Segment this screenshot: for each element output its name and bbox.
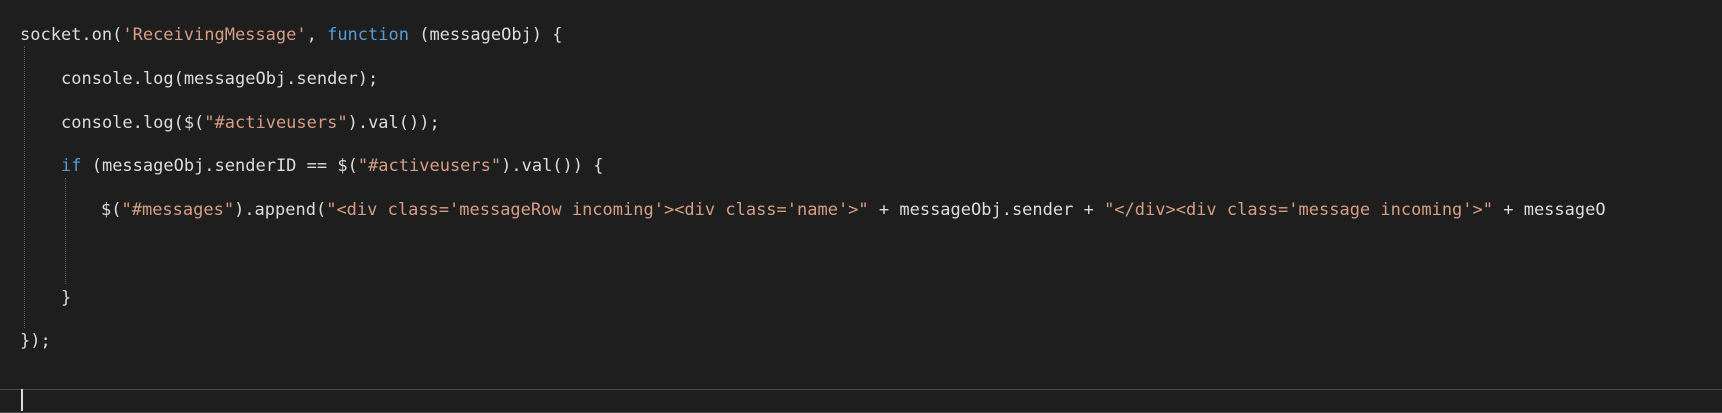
code-token-plain: $( bbox=[101, 200, 122, 220]
code-token-keyword: if bbox=[61, 156, 82, 176]
code-line: }); bbox=[20, 329, 51, 353]
code-line: } bbox=[61, 286, 71, 310]
code-token-string: "#messages" bbox=[121, 200, 235, 220]
code-token-plain: ).val()) { bbox=[501, 156, 604, 176]
code-line: console.log(messageObj.sender); bbox=[61, 67, 378, 91]
code-token-string: "<div class='messageRow incoming'><div c… bbox=[326, 200, 869, 220]
code-token-plain: , bbox=[306, 25, 328, 45]
indent-guide bbox=[24, 46, 25, 328]
code-editor[interactable]: socket.on('ReceivingMessage', function (… bbox=[0, 0, 1722, 413]
code-token-plain: (messageObj) { bbox=[408, 25, 563, 45]
text-caret bbox=[21, 389, 23, 411]
code-token-plain: ).val()); bbox=[347, 113, 440, 133]
code-token-plain: (messageObj.senderID == $( bbox=[81, 156, 358, 176]
code-token-string: "</div><div class='message incoming'>" bbox=[1104, 200, 1493, 220]
code-token-plain: + messageObj.sender + bbox=[868, 200, 1105, 220]
code-line: console.log($("#activeusers").val()); bbox=[61, 111, 440, 135]
current-line-highlight bbox=[0, 389, 1722, 413]
code-token-keyword: function bbox=[327, 25, 409, 45]
code-token-plain: console.log(messageObj.sender); bbox=[61, 69, 379, 89]
code-token-plain: ).append( bbox=[234, 200, 327, 220]
code-token-string: "#activeusers" bbox=[204, 113, 348, 133]
code-token-string: "#activeusers" bbox=[357, 156, 502, 176]
code-token-string: 'ReceivingMessage' bbox=[122, 25, 307, 45]
code-token-plain: console.log($( bbox=[61, 113, 205, 133]
code-line: socket.on('ReceivingMessage', function (… bbox=[20, 23, 563, 47]
code-line: if (messageObj.senderID == $("#activeuse… bbox=[61, 154, 603, 178]
code-token-plain: + messageO bbox=[1493, 200, 1606, 220]
code-token-plain: socket.on( bbox=[20, 25, 123, 45]
code-line: $("#messages").append("<div class='messa… bbox=[101, 198, 1606, 222]
code-token-plain: } bbox=[61, 288, 72, 308]
code-token-plain: }); bbox=[20, 331, 51, 351]
indent-guide bbox=[65, 178, 66, 284]
